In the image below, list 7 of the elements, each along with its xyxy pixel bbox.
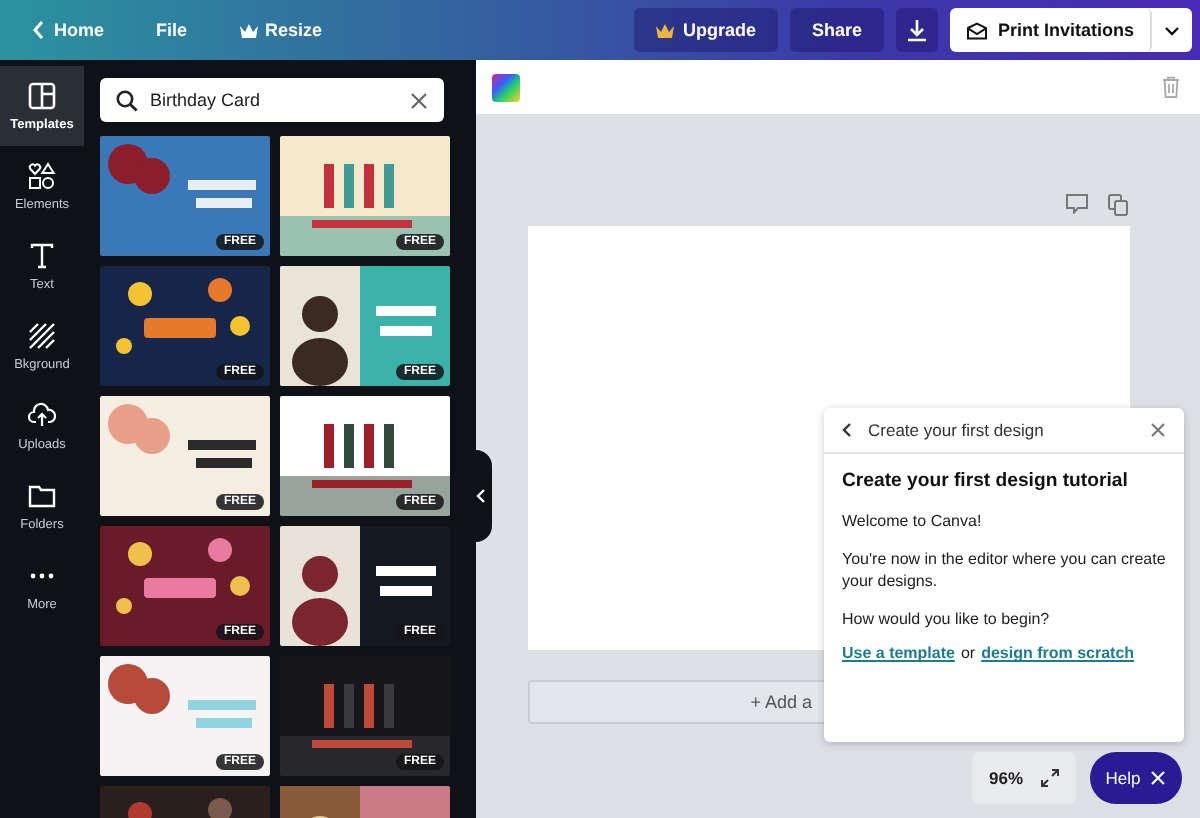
tutorial-text: Welcome to Canva! xyxy=(842,510,984,534)
tutorial-text: You're now in the editor where you can create your designs. xyxy=(842,547,1166,594)
conjunction-text: or xyxy=(960,644,976,663)
tutorial-title: Create your first design tutorial xyxy=(842,470,1130,492)
tutorial-header: Create your first design xyxy=(868,420,1046,440)
tutorial-text: How would you like to begin? xyxy=(842,607,1052,631)
zoom-level: 96% xyxy=(988,768,1023,788)
